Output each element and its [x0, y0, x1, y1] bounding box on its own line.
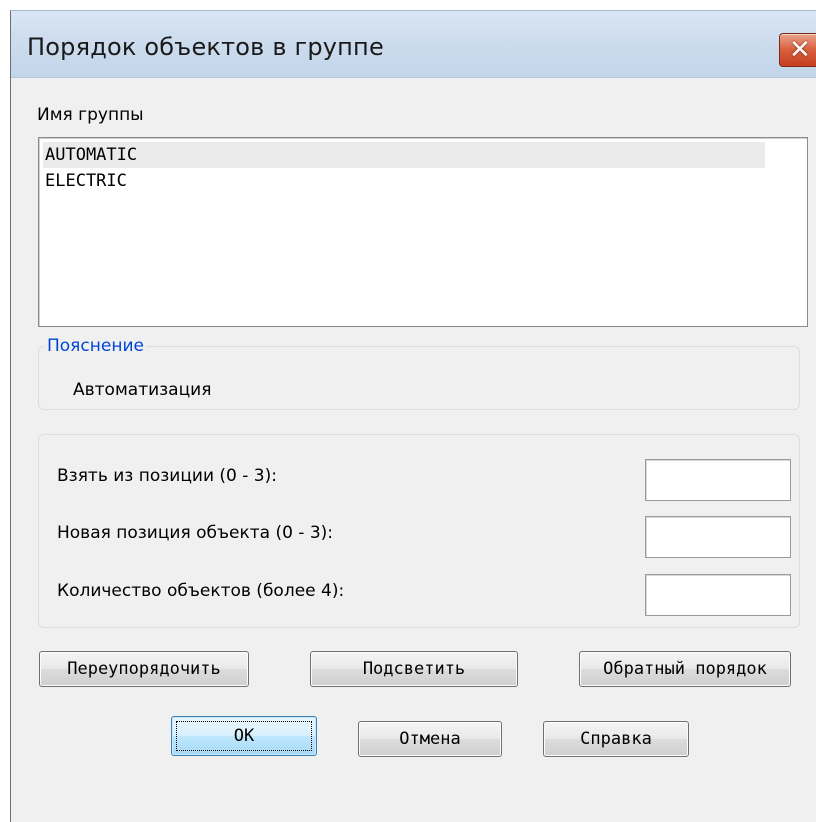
group-listbox[interactable]: AUTOMATIC ELECTRIC	[38, 137, 808, 327]
take-from-input[interactable]	[645, 459, 791, 501]
group-name-label: Имя группы	[37, 105, 144, 125]
explanation-text: Автоматизация	[73, 380, 212, 400]
focus-rectangle	[176, 721, 312, 751]
reverse-order-button[interactable]: Обратный порядок	[579, 651, 791, 687]
count-label: Количество объектов (более 4):	[57, 581, 345, 601]
list-item[interactable]: AUTOMATIC	[43, 142, 765, 168]
list-item[interactable]: ELECTRIC	[43, 168, 765, 194]
new-position-input[interactable]	[645, 516, 791, 558]
ok-button[interactable]: OK	[171, 716, 317, 756]
cancel-button[interactable]: Отмена	[358, 721, 502, 757]
new-position-label: Новая позиция объекта (0 - 3):	[57, 523, 334, 543]
dialog-title: Порядок объектов в группе	[27, 33, 384, 61]
dialog-window: Порядок объектов в группе ✕ Имя группы A…	[10, 10, 816, 822]
explanation-legend: Пояснение	[45, 336, 146, 356]
reorder-button[interactable]: Переупорядочить	[39, 651, 249, 687]
close-button[interactable]: ✕	[779, 33, 816, 67]
help-button[interactable]: Справка	[543, 721, 689, 757]
explanation-groupbox	[38, 346, 800, 410]
close-icon: ✕	[789, 35, 811, 65]
title-bar[interactable]: Порядок объектов в группе ✕	[11, 11, 816, 78]
highlight-button[interactable]: Подсветить	[310, 651, 518, 687]
count-input[interactable]	[645, 574, 791, 616]
take-from-label: Взять из позиции (0 - 3):	[57, 466, 277, 486]
